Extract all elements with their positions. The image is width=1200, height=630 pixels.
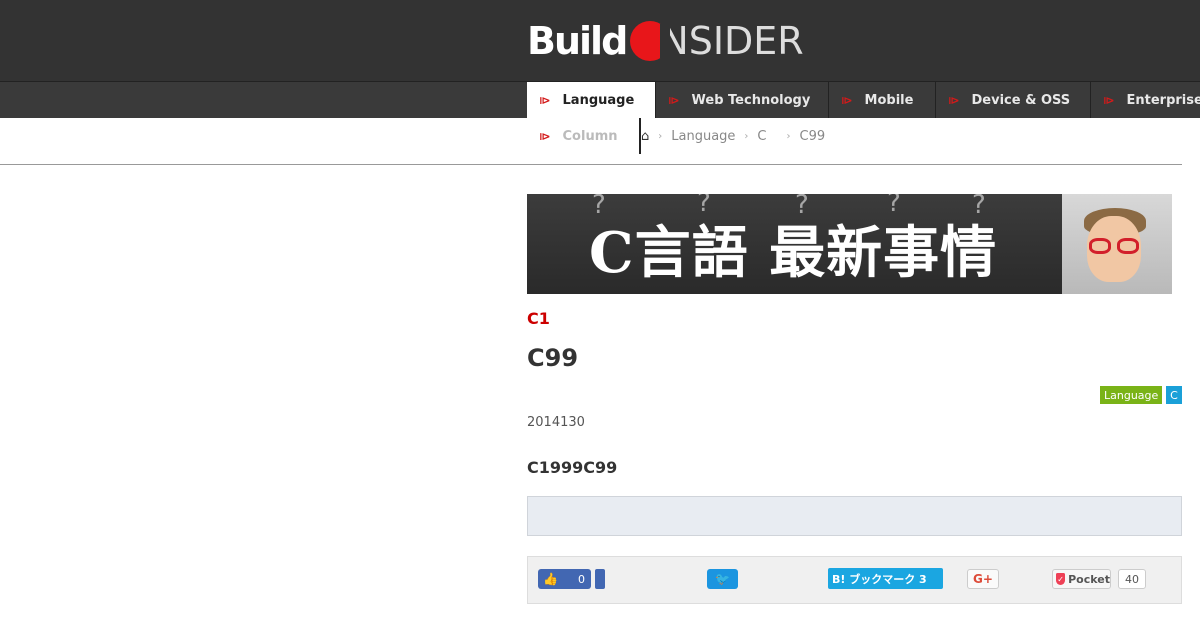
- home-icon[interactable]: ⌂: [641, 129, 649, 144]
- nav-item-enterprise[interactable]: ⧐ Enterprise: [1090, 82, 1200, 118]
- breadcrumb-separator-icon: ›: [786, 130, 791, 142]
- nav-item-label: Language: [562, 92, 635, 108]
- nav-arrow-icon: ⧐: [1103, 93, 1115, 107]
- pocket-label: Pocket: [1068, 572, 1110, 586]
- breadcrumb-separator-icon: ›: [658, 130, 663, 142]
- nav-item-device-oss[interactable]: ⧐ Device & OSS: [935, 82, 1090, 118]
- facebook-share-button[interactable]: [595, 569, 605, 589]
- nav-item-label: Mobile: [864, 92, 914, 108]
- google-plus-label: G+: [973, 572, 993, 586]
- logo-insider-text: NSIDER: [660, 19, 804, 63]
- banner-child-image: [1062, 194, 1172, 294]
- hatena-bookmark-button[interactable]: B! ブックマーク 3: [828, 568, 943, 589]
- nav-item-label: Column: [562, 128, 618, 144]
- pocket-button[interactable]: ✓ Pocket: [1052, 569, 1111, 589]
- ad-placeholder: [527, 496, 1182, 536]
- facebook-like-count: 0: [578, 572, 585, 586]
- nav-item-label: Web Technology: [691, 92, 811, 108]
- twitter-button[interactable]: 🐦: [707, 569, 738, 589]
- nav-item-label: Device & OSS: [971, 92, 1071, 108]
- thumbs-up-icon: 👍: [543, 572, 558, 586]
- tag-c[interactable]: C: [1166, 386, 1182, 404]
- breadcrumb-item[interactable]: Language: [671, 129, 735, 144]
- nav-arrow-icon: ⧐: [948, 93, 960, 107]
- tag-language[interactable]: Language: [1100, 386, 1163, 404]
- breadcrumb-current: C99: [799, 128, 826, 144]
- nav-arrow-icon: ⧐: [539, 93, 551, 107]
- banner-title: C言語 最新事情: [589, 220, 998, 286]
- breadcrumb-separator-icon: ›: [744, 130, 749, 142]
- nav-item-web-technology[interactable]: ⧐ Web Technology: [655, 82, 828, 118]
- logo-build-text: Build: [527, 19, 628, 63]
- breadcrumb: ⌂ › Language › C › C99: [641, 118, 825, 154]
- nav-item-mobile[interactable]: ⧐ Mobile: [828, 82, 935, 118]
- article-date: 2014130: [527, 415, 585, 430]
- pocket-count: 40: [1118, 569, 1146, 589]
- nav-arrow-icon: ⧐: [841, 93, 853, 107]
- pocket-icon: ✓: [1056, 573, 1066, 585]
- hatena-bookmark-label: B! ブックマーク 3: [832, 572, 927, 586]
- twitter-bird-icon: 🐦: [715, 572, 730, 586]
- series-label[interactable]: C1: [527, 309, 550, 328]
- breadcrumb-item[interactable]: C: [757, 129, 766, 144]
- article-lead: C1999C99: [527, 458, 618, 477]
- site-logo[interactable]: Build NSIDER: [527, 18, 804, 64]
- nav-arrow-icon: ⧐: [668, 93, 680, 107]
- logo-circle-icon: [630, 21, 671, 61]
- nav-item-language[interactable]: ⧐ Language: [527, 82, 655, 118]
- page-title: C99: [527, 344, 579, 372]
- divider: [0, 164, 1182, 165]
- nav-item-column[interactable]: ⧐ Column: [527, 118, 640, 154]
- article-banner: ? ? ? ? ? C言語 最新事情: [527, 194, 1172, 294]
- nav-arrow-icon: ⧐: [539, 129, 551, 143]
- google-plus-button[interactable]: G+: [967, 569, 999, 589]
- nav-item-label: Enterprise: [1126, 92, 1200, 108]
- facebook-like-button[interactable]: 👍 0: [538, 569, 591, 589]
